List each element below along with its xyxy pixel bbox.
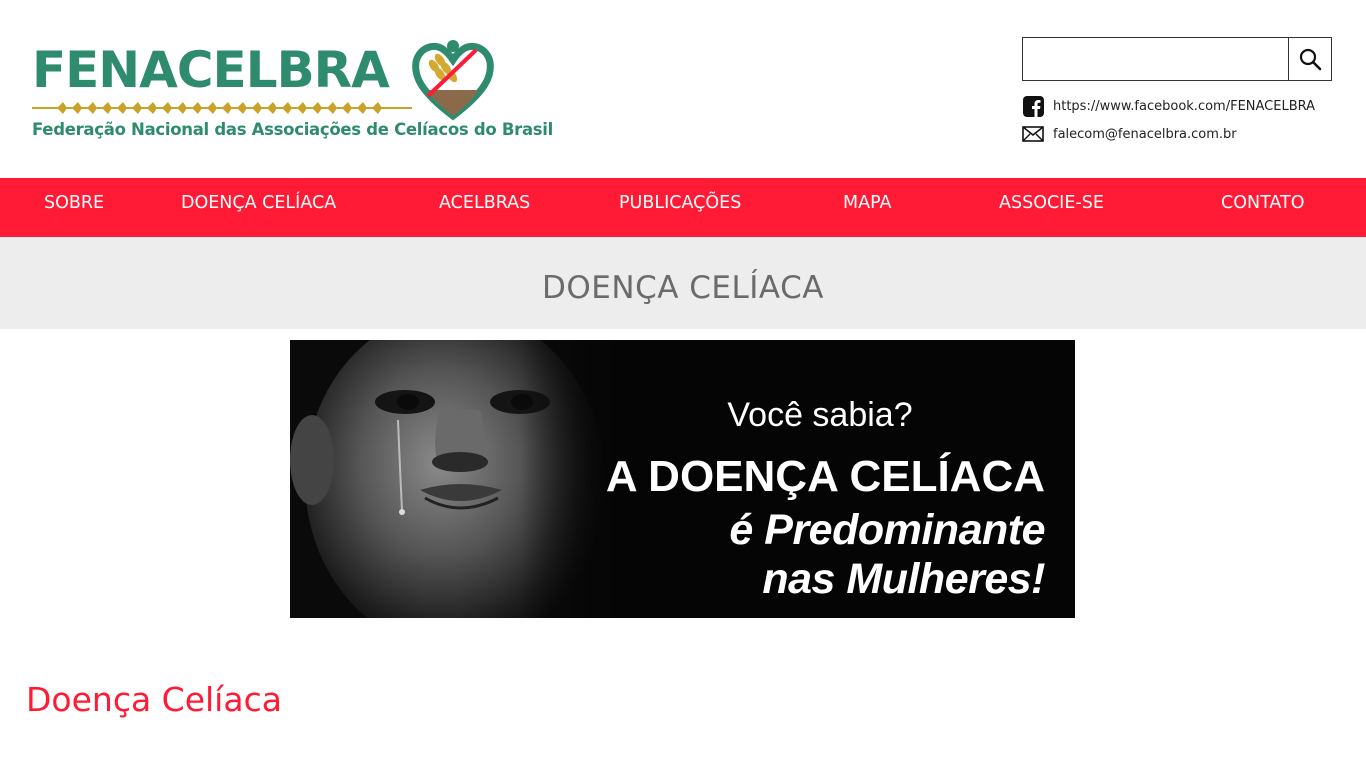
mail-icon: [1022, 123, 1044, 145]
nav-item-mapa[interactable]: MAPA: [843, 178, 891, 237]
nav-item-associe-se[interactable]: ASSOCIE-SE: [999, 178, 1104, 237]
main-nav: SOBRE DOENÇA CELÍACA ACELBRAS PUBLICAÇÕE…: [0, 178, 1366, 237]
search-button[interactable]: [1288, 38, 1331, 80]
nav-item-doenca-celiaca[interactable]: DOENÇA CELÍACA: [181, 178, 336, 237]
email-address: falecom@fenacelbra.com.br: [1053, 126, 1237, 142]
section-heading: Doença Celíaca: [26, 680, 282, 719]
nav-item-acelbras[interactable]: ACELBRAS: [439, 178, 530, 237]
search-icon: [1299, 48, 1322, 71]
banner-headline-line3: nas Mulheres!: [762, 555, 1045, 603]
facebook-url: https://www.facebook.com/FENACELBRA: [1053, 98, 1316, 114]
nav-item-sobre[interactable]: SOBRE: [44, 178, 104, 237]
email-link[interactable]: falecom@fenacelbra.com.br: [1022, 123, 1237, 145]
search-box: [1022, 37, 1332, 81]
nav-item-contato[interactable]: CONTATO: [1221, 178, 1305, 237]
site-header: FENACELBRA Federação Nacional das Associ…: [0, 0, 1366, 178]
page-title: DOENÇA CELÍACA: [542, 270, 824, 306]
logo-title: FENACELBRA: [32, 41, 390, 99]
banner-headline-line1: A DOENÇA CELÍACA: [605, 452, 1045, 501]
crying-woman-image: [290, 340, 620, 618]
heart-wheat-emblem-icon: [412, 40, 494, 121]
page-title-band: DOENÇA CELÍACA: [0, 237, 1366, 329]
wheat-ornament-icon: [32, 102, 412, 114]
nav-item-publicacoes[interactable]: PUBLICAÇÕES: [619, 178, 741, 237]
banner-question: Você sabia?: [727, 396, 913, 434]
search-input[interactable]: [1023, 38, 1288, 80]
banner-headline-line2: é Predominante: [729, 506, 1045, 554]
facebook-link[interactable]: https://www.facebook.com/FENACELBRA: [1022, 95, 1315, 117]
fenacelbra-logo[interactable]: FENACELBRA Federação Nacional das Associ…: [30, 36, 553, 146]
hero-banner: Você sabia? A DOENÇA CELÍACA é Predomina…: [290, 340, 1075, 618]
facebook-icon: [1022, 95, 1044, 117]
logo-subtitle: Federação Nacional das Associações de Ce…: [32, 120, 554, 139]
